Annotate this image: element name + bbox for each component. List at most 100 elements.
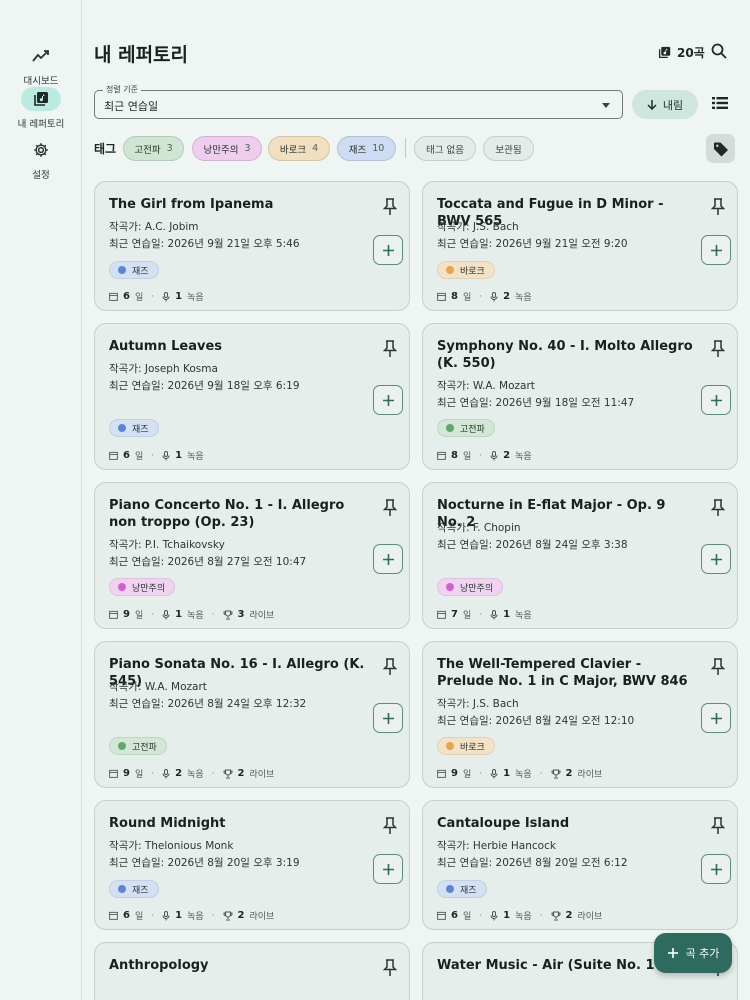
last-practice-date: 2026년 9월 18일 오후 6:19 xyxy=(167,380,300,392)
song-card[interactable]: The Well-Tempered Clavier - Prelude No. … xyxy=(422,641,738,788)
nav-item-dashboard[interactable]: 대시보드 xyxy=(0,44,82,87)
sort-select[interactable]: 정렬 기준 최근 연습일 xyxy=(94,84,623,119)
pin-icon[interactable] xyxy=(711,817,725,835)
last-practice-prefix: 최근 연습일: xyxy=(109,238,168,250)
composer-line: 작곡가: A.C. Jobim xyxy=(109,219,199,234)
music-library-icon xyxy=(21,87,61,111)
tag-chip-jazz[interactable]: 재즈 10 xyxy=(337,136,396,161)
composer-prefix: 작곡가: xyxy=(437,522,473,534)
recordings-unit: 녹음 xyxy=(187,293,204,303)
calendar-icon xyxy=(109,769,118,778)
live-unit: 라이브 xyxy=(577,770,603,780)
recordings-count: 2 xyxy=(503,291,511,302)
last-practice-prefix: 최근 연습일: xyxy=(109,857,168,869)
recordings-unit: 녹음 xyxy=(187,912,204,922)
calendar-icon xyxy=(109,911,118,920)
music-library-icon xyxy=(658,46,671,59)
pin-icon[interactable] xyxy=(711,658,725,676)
sort-order-button[interactable]: 내림 xyxy=(632,90,698,119)
last-practice-date: 2026년 8월 24일 오후 12:32 xyxy=(167,698,307,710)
separator: · xyxy=(151,609,155,620)
tag-badge: 낭만주의 xyxy=(109,578,176,596)
mic-icon xyxy=(162,768,170,779)
tag-chip-romantic[interactable]: 낭만주의 3 xyxy=(192,136,262,161)
add-session-button[interactable] xyxy=(373,854,403,884)
days-unit: 일 xyxy=(134,611,144,621)
gear-icon xyxy=(21,138,61,162)
add-song-button[interactable]: 곡 추가 xyxy=(654,933,732,973)
list-view-button[interactable] xyxy=(712,96,728,112)
add-session-button[interactable] xyxy=(701,854,731,884)
add-session-button[interactable] xyxy=(373,235,403,265)
add-session-button[interactable] xyxy=(373,544,403,574)
tag-dot xyxy=(118,885,126,893)
recordings-count: 1 xyxy=(175,291,183,302)
song-card[interactable]: Nocturne in E-flat Major - Op. 9 No. 2 작곡… xyxy=(422,482,738,629)
chip-label: 보관됨 xyxy=(495,144,522,156)
tag-dot xyxy=(446,583,454,591)
tag-dot xyxy=(118,583,126,591)
days-unit: 일 xyxy=(462,912,472,922)
filter-chip-no-tag[interactable]: 태그 없음 xyxy=(414,136,476,161)
song-card[interactable]: The Girl from Ipanema 작곡가: A.C. Jobim 최근 연… xyxy=(94,181,410,311)
pin-icon[interactable] xyxy=(383,499,397,517)
song-card[interactable]: Cantaloupe Island 작곡가: Herbie Hancock 최근 연… xyxy=(422,800,738,930)
recordings-count: 1 xyxy=(503,609,511,620)
nav-item-settings[interactable]: 설정 xyxy=(0,138,82,181)
song-title: Autumn Leaves xyxy=(109,339,223,354)
last-practice-date: 2026년 8월 27일 오전 10:47 xyxy=(167,556,307,568)
live-count: 3 xyxy=(237,609,245,620)
chip-count: 3 xyxy=(166,143,173,154)
add-session-button[interactable] xyxy=(373,703,403,733)
song-card[interactable]: Autumn Leaves 작곡가: Joseph Kosma 최근 연습일: 20… xyxy=(94,323,410,470)
days-unit: 일 xyxy=(462,611,472,621)
add-session-button[interactable] xyxy=(701,385,731,415)
song-card[interactable]: Piano Concerto No. 1 - I. Allegro non tr… xyxy=(94,482,410,629)
tag-chip-classical[interactable]: 고전파 3 xyxy=(123,136,184,161)
song-card[interactable]: Piano Sonata No. 16 - I. Allegro (K. 545… xyxy=(94,641,410,788)
tag-label: 고전파 xyxy=(460,424,485,435)
song-stats: 6 일 · 1 녹음 xyxy=(109,449,204,462)
song-card[interactable]: Symphony No. 40 - I. Molto Allegro (K. 5… xyxy=(422,323,738,470)
calendar-icon xyxy=(109,292,118,301)
calendar-icon xyxy=(437,769,446,778)
song-title: Symphony No. 40 - I. Molto Allegro (K. 5… xyxy=(437,339,693,371)
pin-icon[interactable] xyxy=(383,340,397,358)
manage-tags-button[interactable] xyxy=(706,134,735,163)
chip-count: 4 xyxy=(312,143,319,154)
add-session-button[interactable] xyxy=(701,703,731,733)
pin-icon[interactable] xyxy=(383,198,397,216)
song-card[interactable]: Anthropology xyxy=(94,942,410,1000)
tag-badge: 재즈 xyxy=(437,880,487,898)
days-count: 8 xyxy=(451,450,458,461)
pin-icon[interactable] xyxy=(383,959,397,977)
mic-icon xyxy=(162,910,170,921)
filter-chip-archived[interactable]: 보관됨 xyxy=(483,136,534,161)
pin-icon[interactable] xyxy=(711,499,725,517)
composer-line: 작곡가: J.S. Bach xyxy=(437,696,519,711)
recordings-count: 1 xyxy=(175,450,183,461)
tag-badge: 재즈 xyxy=(109,880,159,898)
tag-badge: 낭만주의 xyxy=(437,578,504,596)
add-session-button[interactable] xyxy=(373,385,403,415)
song-title: Anthropology xyxy=(109,958,209,973)
composer-line: 작곡가: W.A. Mozart xyxy=(109,679,207,694)
pin-icon[interactable] xyxy=(383,817,397,835)
pin-icon[interactable] xyxy=(711,198,725,216)
add-session-button[interactable] xyxy=(701,235,731,265)
tag-chip-baroque[interactable]: 바로크 4 xyxy=(268,136,330,161)
song-card[interactable]: Round Midnight 작곡가: Thelonious Monk 최근 연습일… xyxy=(94,800,410,930)
add-session-button[interactable] xyxy=(701,544,731,574)
nav-item-repertoire[interactable]: 내 레퍼토리 xyxy=(0,87,82,130)
separator: · xyxy=(539,768,543,779)
song-card[interactable]: Toccata and Fugue in D Minor - BWV 565 작곡… xyxy=(422,181,738,311)
last-practice-line: 최근 연습일: 2026년 8월 24일 오후 12:32 xyxy=(109,696,306,711)
pin-icon[interactable] xyxy=(383,658,397,676)
last-practice-line: 최근 연습일: 2026년 8월 24일 오전 12:10 xyxy=(437,713,634,728)
plus-icon xyxy=(382,863,395,876)
chip-label: 고전파 xyxy=(134,144,161,156)
calendar-icon xyxy=(437,451,446,460)
search-button[interactable] xyxy=(710,42,732,64)
plus-icon xyxy=(382,553,395,566)
pin-icon[interactable] xyxy=(711,340,725,358)
